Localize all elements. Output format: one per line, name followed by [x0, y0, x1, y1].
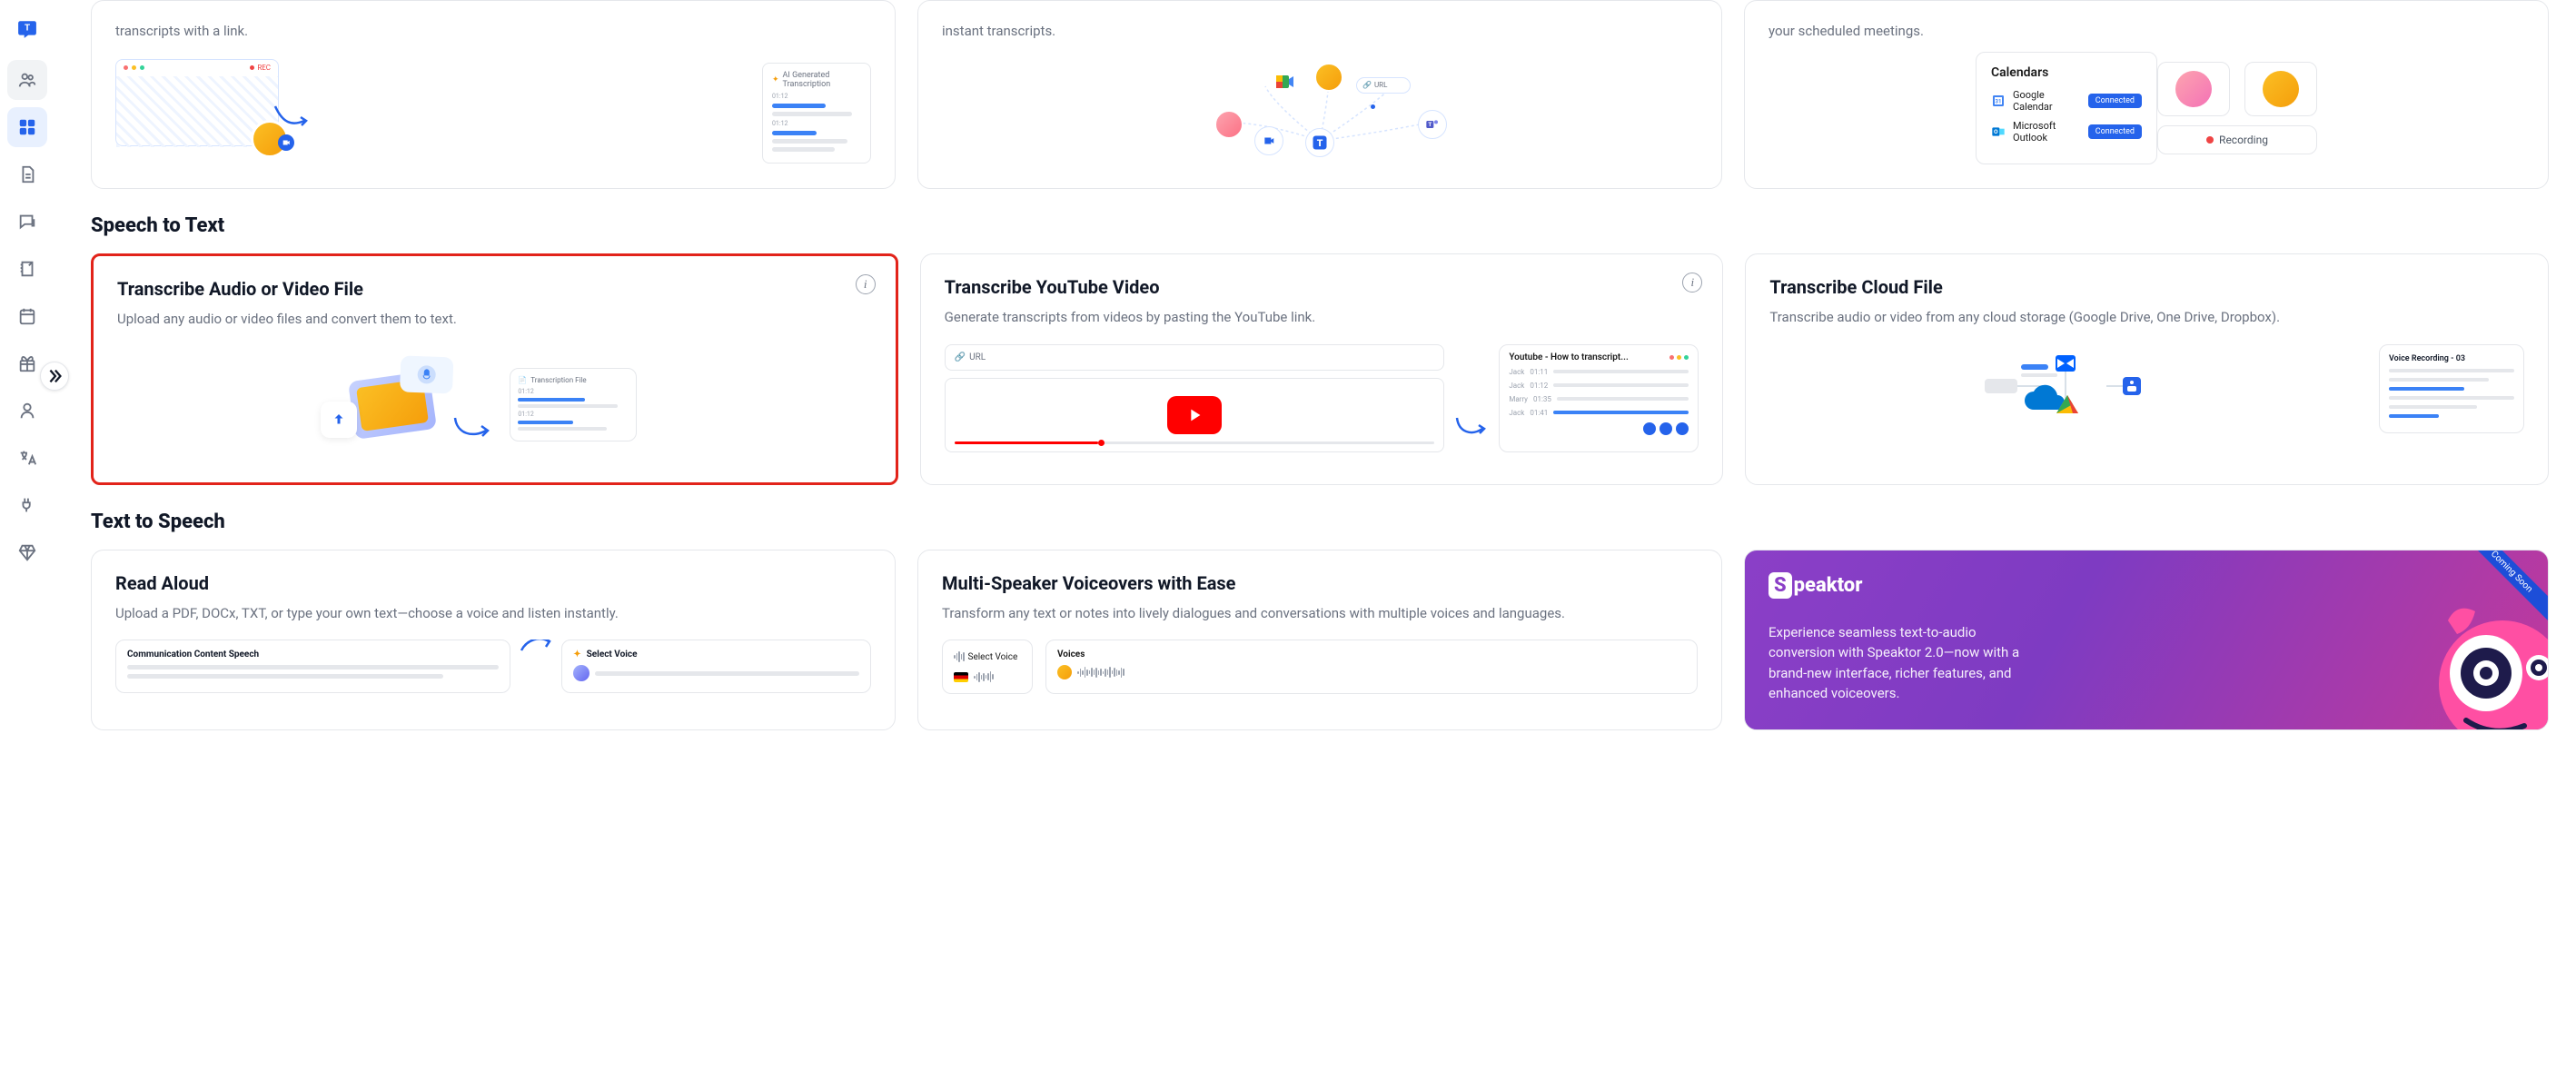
- url-input-pill: 🔗URL: [945, 344, 1445, 371]
- card-title: Multi-Speaker Voiceovers with Ease: [942, 572, 1698, 594]
- playback-controls: [1509, 422, 1689, 435]
- card-calendar-integration[interactable]: your scheduled meetings. Calendars 31 Go…: [1744, 0, 2549, 189]
- recording-indicator: Recording: [2157, 125, 2317, 154]
- sidebar-team-icon[interactable]: [7, 60, 47, 100]
- google-calendar-icon: 31: [1991, 94, 2006, 108]
- app-logo[interactable]: T: [7, 9, 47, 49]
- participant-tile: [2244, 62, 2317, 116]
- card-description: Upload a PDF, DOCx, TXT, or type your ow…: [115, 603, 871, 624]
- outlook-label: Microsoft Outlook: [2013, 120, 2081, 144]
- calendars-heading: Calendars: [1991, 65, 2142, 80]
- communication-speech-label: Communication Content Speech: [127, 650, 499, 660]
- card-description: your scheduled meetings.: [1769, 23, 2524, 39]
- card-description: instant transcripts.: [942, 23, 1698, 39]
- info-icon[interactable]: i: [1682, 273, 1702, 293]
- card-illustration: Communication Content Speech ✦Select Voi…: [115, 640, 871, 693]
- card-transcribe-youtube[interactable]: i Transcribe YouTube Video Generate tran…: [920, 253, 1724, 485]
- card-illustration: 📄Transcription File 01:12 01:12: [117, 346, 872, 464]
- svg-text:T: T: [25, 24, 30, 34]
- participant-tile: [2157, 62, 2230, 116]
- expand-sidebar-button[interactable]: [40, 362, 69, 391]
- select-voice-label: Select Voice: [587, 650, 638, 660]
- sidebar-plugin-icon[interactable]: [7, 485, 47, 525]
- card-description: Transcribe audio or video from any cloud…: [1769, 307, 2524, 328]
- card-illustration: Select Voice Voices: [942, 640, 1698, 694]
- card-illustration: T 🔗URL T: [942, 52, 1698, 170]
- card-description: transcripts with a link.: [115, 23, 871, 39]
- camera-icon: [278, 134, 294, 151]
- avatar: [1214, 110, 1243, 139]
- card-illustration: 🔗URL Youtube - How to transcript... Jack…: [945, 344, 1699, 452]
- card-title: Transcribe Audio or Video File: [117, 278, 872, 300]
- avatar: [1057, 665, 1072, 679]
- youtube-player: [945, 378, 1445, 452]
- card-multi-speaker[interactable]: Multi-Speaker Voiceovers with Ease Trans…: [917, 550, 1722, 730]
- sidebar: T: [0, 0, 54, 1081]
- url-pill: 🔗URL: [1356, 77, 1411, 94]
- card-transcribe-cloud[interactable]: Transcribe Cloud File Transcribe audio o…: [1745, 253, 2549, 485]
- voice-recording-label: Voice Recording - 03: [2389, 354, 2514, 363]
- card-speaktor-promo[interactable]: Coming Soon Speaktor Experience seamless…: [1744, 550, 2549, 730]
- svg-text:T: T: [1428, 121, 1432, 128]
- card-illustration: Voice Recording - 03: [1769, 344, 2524, 433]
- sidebar-chat-icon[interactable]: [7, 202, 47, 242]
- sidebar-premium-icon[interactable]: [7, 532, 47, 572]
- youtube-transcript-title: Youtube - How to transcript...: [1509, 352, 1628, 362]
- card-title: Read Aloud: [115, 572, 871, 594]
- card-illustration: Calendars 31 Google Calendar Connected O…: [1769, 52, 2524, 164]
- voices-label: Voices: [1057, 650, 1686, 660]
- card-transcribe-file[interactable]: i Transcribe Audio or Video File Upload …: [91, 253, 898, 485]
- play-icon: [1167, 396, 1222, 434]
- info-icon[interactable]: i: [856, 274, 876, 294]
- speaktor-mascot-icon: [2412, 593, 2549, 730]
- section-heading-text-to-speech: Text to Speech: [91, 511, 2549, 533]
- card-description: Generate transcripts from videos by past…: [945, 307, 1699, 328]
- card-title: Transcribe Cloud File: [1769, 276, 2524, 298]
- card-description: Experience seamless text-to-audio conver…: [1769, 622, 2023, 704]
- svg-text:O: O: [1994, 128, 1998, 135]
- teams-icon: T: [1418, 110, 1447, 139]
- sidebar-calendar-icon[interactable]: [7, 296, 47, 336]
- select-voice-label: Select Voice: [968, 652, 1018, 662]
- google-calendar-label: Google Calendar: [2013, 89, 2081, 113]
- card-description: Upload any audio or video files and conv…: [117, 309, 872, 330]
- upload-icon: [321, 402, 357, 438]
- card-live-transcription[interactable]: instant transcripts. T 🔗URL T: [917, 0, 1722, 189]
- avatar: [1314, 63, 1343, 92]
- card-read-aloud[interactable]: Read Aloud Upload a PDF, DOCx, TXT, or t…: [91, 550, 896, 730]
- audio-icon: [400, 355, 453, 393]
- connected-badge: Connected: [2088, 124, 2142, 139]
- card-description: Transform any text or notes into lively …: [942, 603, 1698, 624]
- svg-text:31: 31: [1996, 99, 2002, 105]
- card-record-meeting[interactable]: transcripts with a link. REC: [91, 0, 896, 189]
- google-meet-icon: [1273, 70, 1296, 94]
- card-illustration: REC ✦AI Generated Transcription: [115, 52, 871, 170]
- sidebar-document-icon[interactable]: [7, 154, 47, 194]
- main-content: transcripts with a link. REC: [54, 0, 2576, 1081]
- transcription-file-label: Transcription File: [530, 376, 586, 384]
- svg-text:T: T: [1317, 136, 1323, 148]
- video-icon: [1254, 126, 1283, 155]
- germany-flag-icon: [954, 672, 968, 682]
- sidebar-dashboard-icon[interactable]: [7, 107, 47, 147]
- sidebar-translate-icon[interactable]: [7, 438, 47, 478]
- illustration-title: AI Generated Transcription: [783, 71, 861, 89]
- sidebar-notes-icon[interactable]: [7, 249, 47, 289]
- sidebar-profile-icon[interactable]: [7, 391, 47, 431]
- outlook-icon: O: [1991, 124, 2006, 139]
- connected-badge: Connected: [2088, 94, 2142, 108]
- section-heading-speech-to-text: Speech to Text: [91, 214, 2549, 237]
- transkriptor-node-icon: T: [1305, 128, 1334, 157]
- rec-label: REC: [257, 64, 271, 72]
- card-title: Transcribe YouTube Video: [945, 276, 1699, 298]
